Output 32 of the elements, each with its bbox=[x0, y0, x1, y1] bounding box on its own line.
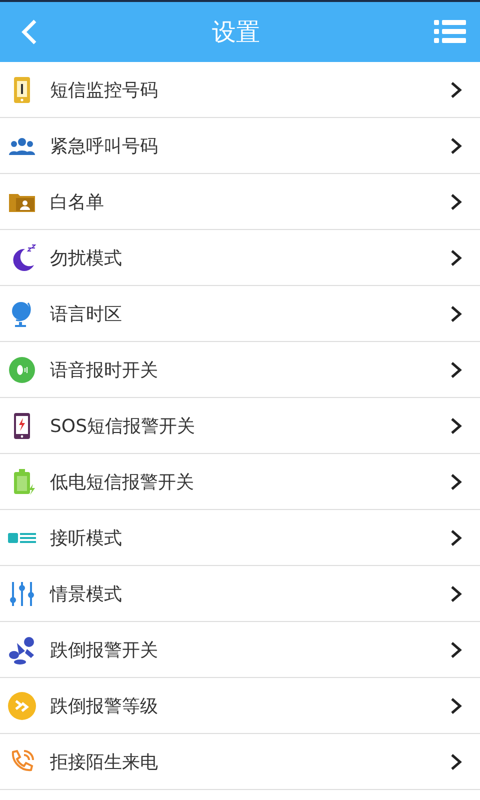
row-label: SOS短信报警开关 bbox=[50, 414, 196, 438]
row-label: 接听模式 bbox=[50, 526, 123, 550]
row-label: 低电短信报警开关 bbox=[50, 470, 195, 494]
row-label: 白名单 bbox=[50, 190, 105, 214]
chevron-icon bbox=[450, 416, 462, 434]
answer-mode-icon bbox=[7, 532, 37, 544]
voice-icon bbox=[7, 354, 37, 384]
row-label: 拒接陌生来电 bbox=[50, 750, 159, 774]
chevron-icon bbox=[450, 472, 462, 490]
chevron-icon bbox=[450, 752, 462, 770]
chevron-icon bbox=[450, 640, 462, 658]
chevron-icon bbox=[450, 360, 462, 378]
chevron-icon bbox=[450, 304, 462, 322]
chevron-icon bbox=[450, 584, 462, 602]
menu-button[interactable] bbox=[434, 18, 466, 46]
back-button[interactable] bbox=[20, 18, 38, 46]
chevron-icon bbox=[450, 528, 462, 546]
row-label: 跌倒报警开关 bbox=[50, 638, 159, 662]
level-icon bbox=[7, 690, 37, 720]
chevron-icon bbox=[450, 248, 462, 266]
chevron-icon bbox=[450, 80, 462, 98]
row-label: 紧急呼叫号码 bbox=[50, 134, 159, 158]
row-label: 语言时区 bbox=[50, 302, 123, 326]
row-label: 语音报时开关 bbox=[50, 358, 159, 382]
row-label: 跌倒报警等级 bbox=[50, 694, 159, 718]
chevron-icon bbox=[450, 696, 462, 714]
chevron-icon bbox=[450, 136, 462, 154]
row-label: 短信监控号码 bbox=[50, 78, 159, 102]
chevron-icon bbox=[450, 192, 462, 210]
row-label: 情景模式 bbox=[50, 582, 123, 606]
row-label: 勿扰模式 bbox=[50, 246, 123, 270]
page-title: 设置 bbox=[212, 17, 260, 48]
